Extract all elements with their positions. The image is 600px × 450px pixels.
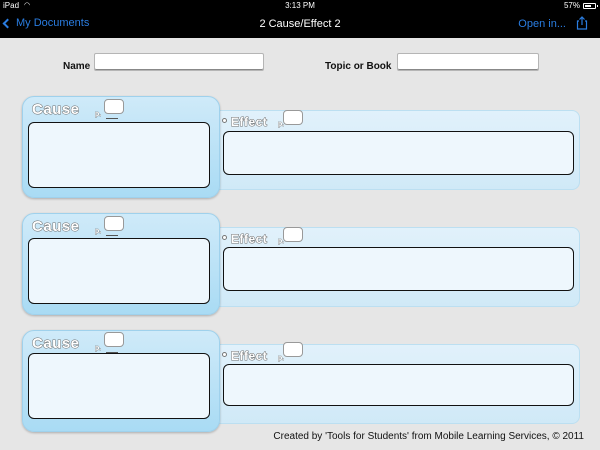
effect-bullet (222, 235, 227, 240)
effect-text-area[interactable] (223, 364, 574, 406)
cause-page-number-field[interactable] (104, 216, 124, 231)
effect-label: Effect (230, 349, 268, 364)
cause-text-area[interactable] (28, 353, 210, 419)
battery-percent: 57% (563, 1, 580, 10)
effect-text-area[interactable] (223, 247, 574, 291)
effect-bullet (222, 118, 227, 123)
effect-page-number-field[interactable] (283, 342, 303, 357)
cause-page-label: p. (95, 228, 102, 236)
name-field[interactable] (94, 53, 264, 71)
cause-label: Cause (32, 335, 80, 353)
cause-text-area[interactable] (28, 238, 210, 304)
name-label: Name (63, 61, 91, 72)
effect-page-number-field[interactable] (283, 227, 303, 242)
document-title: 2 Cause/Effect 2 (259, 18, 341, 30)
cause-page-number-field[interactable] (104, 99, 124, 114)
topic-label: Topic or Book (325, 61, 392, 72)
share-icon[interactable] (576, 16, 588, 30)
topic-field[interactable] (397, 53, 539, 71)
effect-label: Effect (230, 115, 268, 130)
navigation-bar: My Documents 2 Cause/Effect 2 Open in... (0, 12, 600, 38)
clock: 3:13 PM (285, 1, 315, 10)
status-bar: iPad ◠ 3:13 PM 57% (0, 0, 600, 12)
cause-label: Cause (32, 218, 80, 236)
cause-page-underline (106, 235, 118, 236)
cause-page-number-field[interactable] (104, 332, 124, 347)
cause-page-underline (106, 118, 118, 119)
open-in-button[interactable]: Open in... (518, 18, 566, 30)
worksheet-page: Name Topic or Book Cause p. Effect p. Ca… (0, 38, 600, 450)
cause-page-label: p. (95, 111, 102, 119)
cause-text-area[interactable] (28, 122, 210, 188)
credit-footer: Created by 'Tools for Students' from Mob… (273, 431, 584, 442)
effect-page-number-field[interactable] (283, 110, 303, 125)
effect-bullet (222, 352, 227, 357)
battery-icon (583, 3, 598, 9)
effect-label: Effect (230, 232, 268, 247)
cause-page-label: p. (95, 345, 102, 353)
cause-label: Cause (32, 101, 80, 119)
effect-page-label: p. (278, 355, 285, 363)
effect-text-area[interactable] (223, 131, 574, 175)
